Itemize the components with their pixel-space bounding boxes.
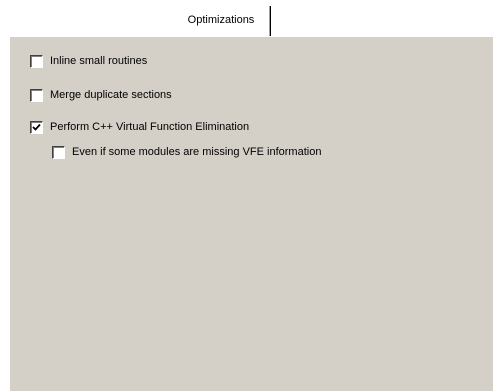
option-vfe-missing-modules[interactable]: Even if some modules are missing VFE inf… (52, 144, 321, 160)
option-merge-duplicate-sections[interactable]: Merge duplicate sections (30, 87, 172, 103)
vfe-checkbox[interactable] (30, 120, 43, 134)
inline-small-routines-label: Inline small routines (50, 55, 148, 67)
optimizations-panel: Inline small routines Merge duplicate se… (9, 36, 493, 391)
inline-small-routines-checkbox[interactable] (30, 54, 43, 68)
merge-duplicate-sections-label: Merge duplicate sections (50, 89, 172, 101)
vfe-missing-modules-checkbox[interactable] (52, 145, 65, 159)
option-inline-small-routines[interactable]: Inline small routines (30, 53, 147, 69)
optimizations-dialog: Optimizations Inline small routines Merg… (0, 0, 493, 391)
merge-duplicate-sections-checkbox[interactable] (30, 88, 43, 102)
check-mark-icon (32, 123, 41, 131)
tab-strip: Optimizations (0, 6, 493, 36)
option-vfe[interactable]: Perform C++ Virtual Function Elimination (30, 119, 249, 135)
vfe-label: Perform C++ Virtual Function Elimination (50, 121, 250, 133)
vfe-missing-modules-label: Even if some modules are missing VFE inf… (72, 146, 322, 158)
tab-optimizations-label: Optimizations (187, 14, 255, 26)
tab-optimizations[interactable]: Optimizations (171, 6, 271, 36)
